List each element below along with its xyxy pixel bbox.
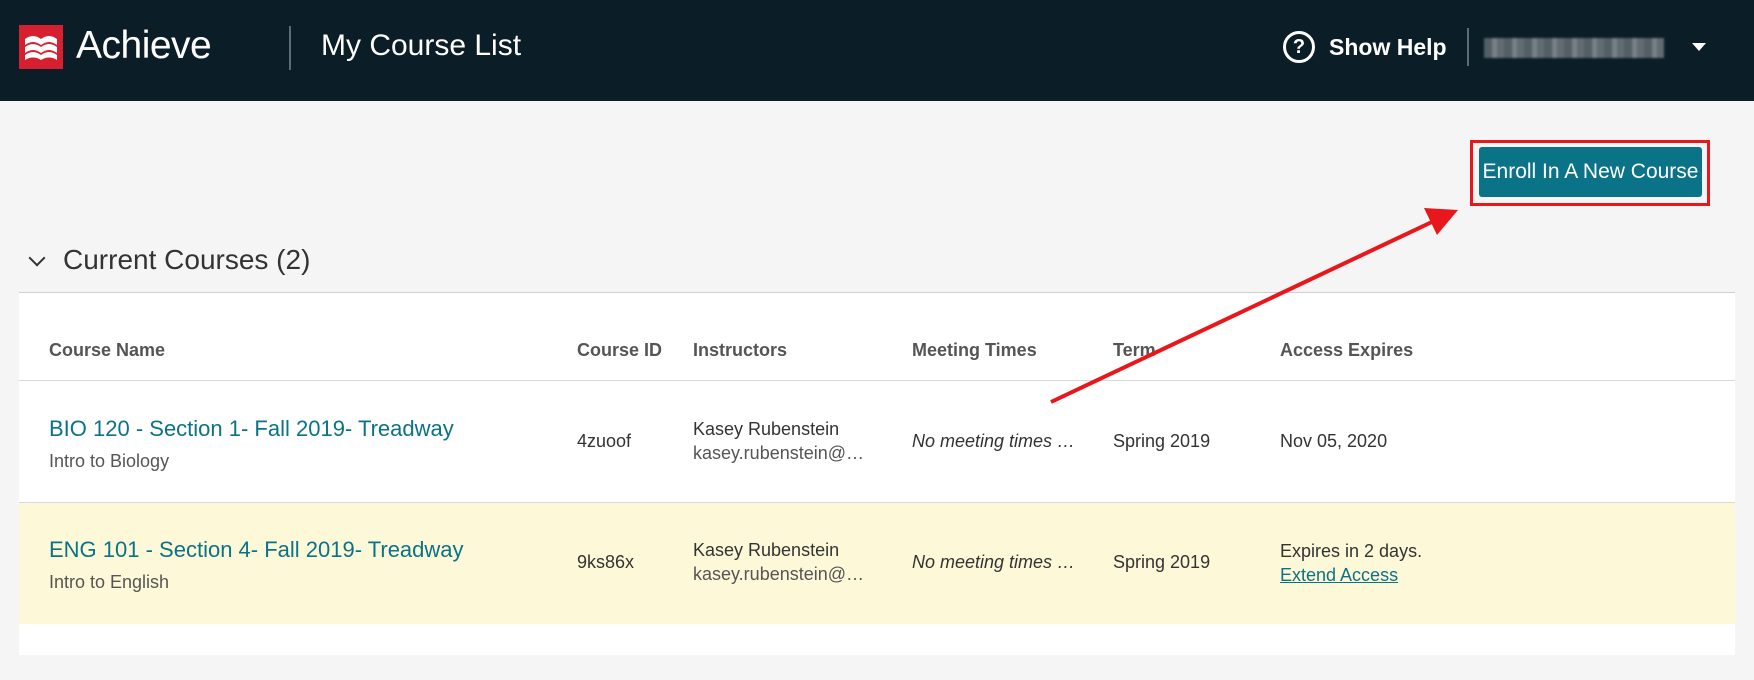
chevron-down-icon[interactable] <box>1692 43 1706 51</box>
section-title: Current Courses (2) <box>63 244 311 275</box>
show-help-label: Show Help <box>1329 33 1447 60</box>
term: Spring 2019 <box>1113 431 1211 451</box>
course-table: Course Name Course ID Instructors Meetin… <box>19 293 1735 655</box>
column-header-access-expires: Access Expires <box>1280 340 1414 360</box>
header-divider <box>289 26 291 70</box>
access-expires: Expires in 2 days. <box>1280 541 1423 561</box>
course-name-link[interactable]: ENG 101 - Section 4- Fall 2019- Treadway <box>49 537 464 563</box>
enroll-new-course-button[interactable]: Enroll In A New Course <box>1479 147 1702 197</box>
access-expires: Nov 05, 2020 <box>1280 431 1388 451</box>
meeting-times: No meeting times … <box>912 552 1076 572</box>
macmillan-logo-icon <box>19 25 63 69</box>
instructor-name: Kasey Rubenstein <box>693 540 840 560</box>
course-id: 9ks86x <box>577 552 635 572</box>
chevron-down-icon <box>19 242 55 278</box>
instructor-email: kasey.rubenstein@… <box>693 443 865 463</box>
brand-name: Achieve <box>76 24 212 67</box>
current-courses-toggle[interactable]: Current Courses (2) <box>19 240 310 280</box>
table-row: BIO 120 - Section 1- Fall 2019- Treadway… <box>19 382 1735 503</box>
term: Spring 2019 <box>1113 552 1211 572</box>
column-header-course-name: Course Name <box>49 340 166 360</box>
course-id: 4zuoof <box>577 431 632 451</box>
header-divider-right <box>1467 28 1469 66</box>
column-header-term: Term <box>1113 340 1156 360</box>
column-header-meeting-times: Meeting Times <box>912 340 1037 360</box>
table-header: Course Name Course ID Instructors Meetin… <box>19 293 1735 381</box>
user-name-redacted[interactable] <box>1484 38 1664 58</box>
instructor-name: Kasey Rubenstein <box>693 419 840 439</box>
course-subtitle: Intro to English <box>49 572 170 592</box>
course-subtitle: Intro to Biology <box>49 451 170 471</box>
question-circle-icon: ? <box>1283 31 1315 63</box>
page-title: My Course List <box>321 29 522 62</box>
column-header-course-id: Course ID <box>577 340 663 360</box>
extend-access-link[interactable]: Extend Access <box>1280 565 1398 586</box>
top-navigation-bar: Achieve My Course List ? Show Help <box>0 0 1754 101</box>
meeting-times: No meeting times … <box>912 431 1076 451</box>
course-name-link[interactable]: BIO 120 - Section 1- Fall 2019- Treadway <box>49 416 454 442</box>
instructor-email: kasey.rubenstein@… <box>693 564 865 584</box>
show-help-button[interactable]: ? Show Help <box>1283 29 1447 65</box>
column-header-instructors: Instructors <box>693 340 788 360</box>
table-row: ENG 101 - Section 4- Fall 2019- Treadway… <box>19 503 1735 624</box>
